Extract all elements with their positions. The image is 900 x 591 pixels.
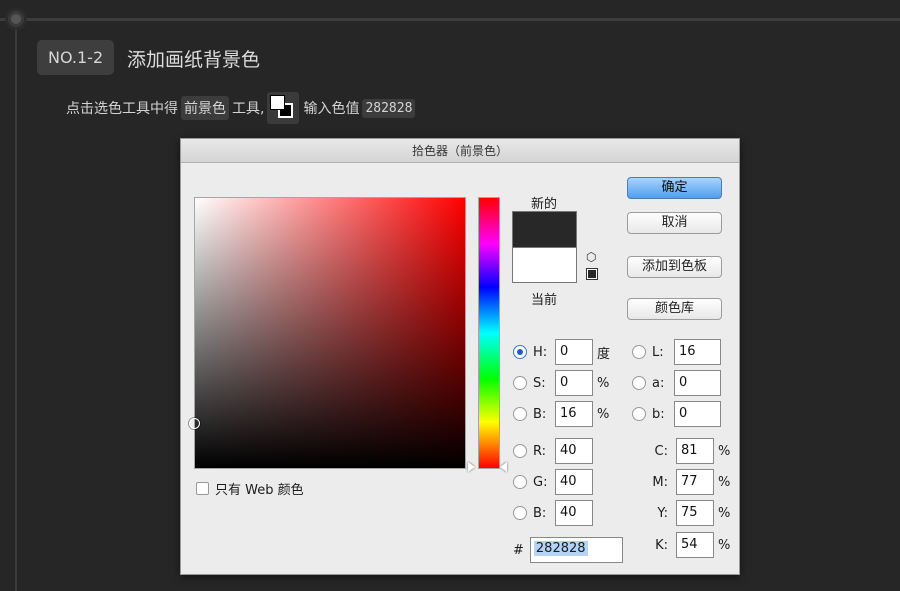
cyan-input[interactable]: 81 xyxy=(676,438,714,464)
hsb-row-h: H: 0 度 xyxy=(513,339,610,365)
hue-input[interactable]: 0 xyxy=(555,339,593,365)
field-label-y: Y: xyxy=(657,505,668,521)
instruction-text: 点击选色工具中得 前景色 工具, 输入色值 282828 xyxy=(66,92,418,124)
instruction-part1: 点击选色工具中得 xyxy=(66,101,178,117)
step-title: 添加画纸背景色 xyxy=(127,49,261,71)
instruction-part2: 工具, xyxy=(232,101,265,117)
hex-label: # xyxy=(513,542,524,558)
rgb-row-b: B: 40 xyxy=(513,500,593,526)
field-label-m: M: xyxy=(652,474,668,490)
top-divider xyxy=(0,18,900,21)
cancel-button[interactable]: 取消 xyxy=(627,212,722,234)
new-color-label: 新的 xyxy=(531,197,558,212)
add-to-swatches-button[interactable]: 添加到色板 xyxy=(627,256,722,278)
b-channel-input[interactable]: 0 xyxy=(674,401,721,427)
cmyk-row-k: K: 54 % xyxy=(646,532,730,558)
current-color-label: 当前 xyxy=(531,293,558,308)
field-label-a: a: xyxy=(652,375,665,391)
green-input[interactable]: 40 xyxy=(555,469,593,495)
dialog-titlebar: 拾色器（前景色） xyxy=(181,139,739,163)
yellow-unit: % xyxy=(718,505,731,521)
field-label-k: K: xyxy=(655,537,668,553)
hue-slider-arrow-right-icon[interactable] xyxy=(500,462,507,472)
lab-row-l: L: 16 xyxy=(632,339,721,365)
hsb-row-b: B: 16 % xyxy=(513,401,609,427)
timeline-dot xyxy=(5,8,27,30)
field-label-blue: B: xyxy=(533,505,547,521)
magenta-unit: % xyxy=(718,474,731,490)
step-badge: NO.1-2 xyxy=(37,40,115,75)
hex-value: 282828 xyxy=(533,541,588,556)
field-label-s: S: xyxy=(533,375,546,391)
cyan-unit: % xyxy=(718,443,731,459)
radio-blue[interactable] xyxy=(513,506,527,520)
lab-row-a: a: 0 xyxy=(632,370,721,396)
brightness-input[interactable]: 16 xyxy=(555,401,593,427)
saturation-input[interactable]: 0 xyxy=(555,370,593,396)
red-input[interactable]: 40 xyxy=(555,438,593,464)
color-field-marker[interactable] xyxy=(189,418,200,429)
radio-a[interactable] xyxy=(632,376,646,390)
field-label-l: L: xyxy=(652,344,664,360)
color-swatch-tool-icon xyxy=(267,92,300,124)
foreground-color-chip: 前景色 xyxy=(181,96,229,120)
cmyk-row-y: Y: 75 % xyxy=(646,500,730,526)
radio-brightness[interactable] xyxy=(513,407,527,421)
hue-slider[interactable] xyxy=(478,197,500,469)
websafe-swatch-icon[interactable] xyxy=(586,268,598,280)
field-label-brightness: B: xyxy=(533,406,547,422)
saturation-brightness-field[interactable] xyxy=(194,197,466,469)
saturation-unit: % xyxy=(597,375,610,391)
hue-unit: 度 xyxy=(597,346,611,362)
radio-l[interactable] xyxy=(632,345,646,359)
instruction-part3: 输入色值 xyxy=(303,101,360,117)
radio-h[interactable] xyxy=(513,345,527,359)
field-label-r: R: xyxy=(533,443,547,459)
current-color-swatch[interactable] xyxy=(512,247,577,283)
web-colors-label: 只有 Web 颜色 xyxy=(215,483,304,498)
cmyk-row-m: M: 77 % xyxy=(646,469,730,495)
web-colors-checkbox[interactable] xyxy=(196,482,209,495)
lab-row-b: b: 0 xyxy=(632,401,721,427)
radio-lab-b[interactable] xyxy=(632,407,646,421)
cmyk-row-c: C: 81 % xyxy=(646,438,730,464)
color-value-chip: 282828 xyxy=(362,98,416,118)
black-unit: % xyxy=(718,537,731,553)
hue-slider-arrow-left-icon[interactable] xyxy=(468,462,475,472)
hex-row: # 282828 xyxy=(513,537,623,563)
rgb-row-r: R: 40 xyxy=(513,438,593,464)
a-channel-input[interactable]: 0 xyxy=(674,370,721,396)
timeline-line xyxy=(15,16,17,591)
new-color-swatch xyxy=(512,211,577,247)
web-colors-only-option[interactable]: 只有 Web 颜色 xyxy=(196,479,304,498)
radio-g[interactable] xyxy=(513,475,527,489)
lightness-input[interactable]: 16 xyxy=(674,339,721,365)
black-input[interactable]: 54 xyxy=(676,532,714,558)
hsb-row-s: S: 0 % xyxy=(513,370,609,396)
radio-s[interactable] xyxy=(513,376,527,390)
foreground-swatch-icon xyxy=(270,95,286,110)
ok-button[interactable]: 确定 xyxy=(627,177,722,199)
color-libraries-button[interactable]: 颜色库 xyxy=(627,298,722,320)
yellow-input[interactable]: 75 xyxy=(676,500,714,526)
brightness-unit: % xyxy=(597,406,610,422)
blue-input[interactable]: 40 xyxy=(555,500,593,526)
radio-r[interactable] xyxy=(513,444,527,458)
field-label-lab-b: b: xyxy=(652,406,665,422)
field-label-c: C: xyxy=(654,443,668,459)
color-picker-dialog: 拾色器（前景色） 只有 Web 颜色 新的 当前 ⬡ 确定 取消 添加到色板 颜… xyxy=(180,138,740,575)
field-label-h: H: xyxy=(533,344,548,360)
rgb-row-g: G: 40 xyxy=(513,469,593,495)
hex-input[interactable]: 282828 xyxy=(529,537,623,563)
cube-icon[interactable]: ⬡ xyxy=(586,251,598,263)
magenta-input[interactable]: 77 xyxy=(676,469,714,495)
field-label-g: G: xyxy=(533,474,548,490)
